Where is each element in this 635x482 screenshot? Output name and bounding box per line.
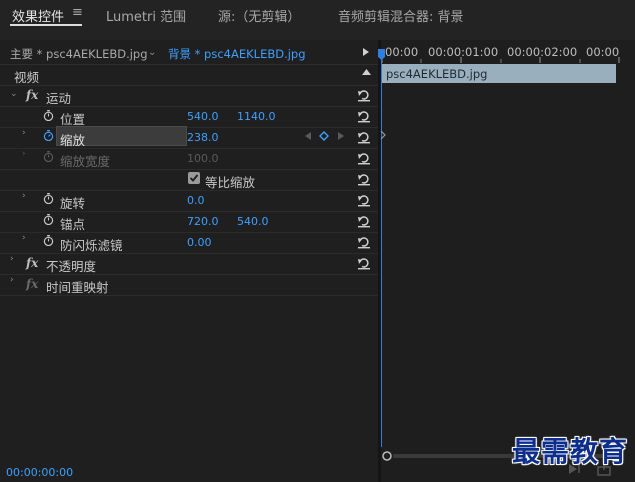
uniform-scale-label: 等比缩放 bbox=[205, 175, 256, 190]
reset-icon[interactable] bbox=[357, 172, 371, 186]
expand-scale-width-icon: › bbox=[22, 149, 26, 159]
tab-effect-controls[interactable]: 效果控件 bbox=[12, 6, 64, 25]
current-timecode[interactable]: 00:00:00:00 bbox=[6, 466, 73, 479]
anchor-x-value[interactable]: 720.0 bbox=[187, 215, 219, 228]
reset-icon[interactable] bbox=[357, 256, 371, 270]
playhead-line[interactable] bbox=[381, 59, 382, 447]
ruler-ticks bbox=[381, 57, 620, 63]
stopwatch-icon bbox=[43, 151, 54, 162]
row-divider bbox=[0, 295, 378, 297]
reset-icon[interactable] bbox=[357, 235, 371, 249]
uniform-scale-checkbox[interactable] bbox=[188, 172, 200, 184]
panel-menu-icon[interactable]: ≡ bbox=[72, 5, 83, 20]
stopwatch-icon[interactable] bbox=[43, 193, 54, 204]
chevron-down-icon[interactable]: ⌄ bbox=[148, 47, 156, 58]
watermark-text: 最需教育 bbox=[512, 435, 629, 468]
tab-source[interactable]: 源:（无剪辑） bbox=[218, 6, 300, 25]
rotation-value[interactable]: 0.0 bbox=[187, 194, 205, 207]
antiflicker-label: 防闪烁滤镜 bbox=[60, 238, 123, 253]
fx-icon[interactable]: fx bbox=[26, 256, 38, 270]
scale-width-label: 缩放宽度 bbox=[60, 154, 111, 169]
reset-icon[interactable] bbox=[357, 193, 371, 207]
scale-width-value: 100.0 bbox=[187, 152, 219, 165]
checkmark-icon bbox=[189, 174, 199, 182]
expand-scale-icon[interactable]: › bbox=[22, 128, 26, 138]
opacity-label: 不透明度 bbox=[46, 259, 97, 274]
motion-label: 运动 bbox=[46, 91, 72, 106]
fx-icon: fx bbox=[26, 277, 39, 291]
stopwatch-icon[interactable] bbox=[43, 235, 54, 246]
sequence-clip-label[interactable]: 背景 * psc4AEKLEBD.jpg bbox=[168, 46, 306, 62]
reset-icon[interactable] bbox=[357, 151, 371, 165]
add-keyframe-icon[interactable] bbox=[319, 131, 329, 141]
antiflicker-value[interactable]: 0.00 bbox=[187, 236, 212, 249]
reset-icon[interactable] bbox=[357, 88, 371, 102]
expand-opacity-icon[interactable]: › bbox=[10, 254, 14, 264]
reset-icon[interactable] bbox=[357, 130, 371, 144]
anchor-label: 锚点 bbox=[60, 217, 86, 232]
next-keyframe-icon[interactable] bbox=[337, 131, 345, 141]
rotation-label: 旋转 bbox=[60, 196, 86, 211]
position-x-value[interactable]: 540.0 bbox=[187, 110, 219, 123]
tab-audio-clip-mixer[interactable]: 音频剪辑混合器: 背景 bbox=[338, 6, 464, 25]
play-only-icon[interactable] bbox=[362, 47, 370, 57]
panel-tab-bar: 效果控件 ≡ Lumetri 范围 源:（无剪辑） 音频剪辑混合器: 背景 bbox=[0, 0, 635, 27]
active-tab-indicator bbox=[10, 24, 82, 26]
anchor-y-value[interactable]: 540.0 bbox=[237, 215, 269, 228]
position-y-value[interactable]: 1140.0 bbox=[237, 110, 276, 123]
video-section-header bbox=[0, 64, 378, 86]
expand-rotation-icon[interactable]: › bbox=[22, 191, 26, 201]
clip-block-label: psc4AEKLEBD.jpg bbox=[386, 67, 488, 81]
stopwatch-active-icon[interactable] bbox=[43, 130, 54, 141]
collapse-triangle-icon[interactable] bbox=[362, 69, 371, 76]
expand-time-remap-icon[interactable]: › bbox=[10, 275, 14, 285]
expand-antiflicker-icon[interactable]: › bbox=[22, 233, 26, 243]
scale-value[interactable]: 238.0 bbox=[187, 131, 219, 144]
stopwatch-icon[interactable] bbox=[43, 110, 54, 121]
stopwatch-icon[interactable] bbox=[43, 214, 54, 225]
scale-label: 缩放 bbox=[60, 133, 86, 148]
reset-icon[interactable] bbox=[357, 109, 371, 123]
previous-keyframe-icon[interactable] bbox=[304, 131, 312, 141]
keyframe-marker-icon[interactable] bbox=[380, 130, 386, 140]
fx-icon[interactable]: fx bbox=[26, 88, 38, 102]
video-section-label: 视频 bbox=[14, 70, 40, 85]
tab-lumetri-scopes[interactable]: Lumetri 范围 bbox=[106, 6, 186, 25]
expand-motion-icon[interactable]: ⌄ bbox=[10, 89, 18, 99]
reset-icon[interactable] bbox=[357, 214, 371, 228]
time-remapping-label: 时间重映射 bbox=[46, 280, 109, 295]
master-clip-label[interactable]: 主要 * psc4AEKLEBD.jpg bbox=[10, 46, 148, 62]
